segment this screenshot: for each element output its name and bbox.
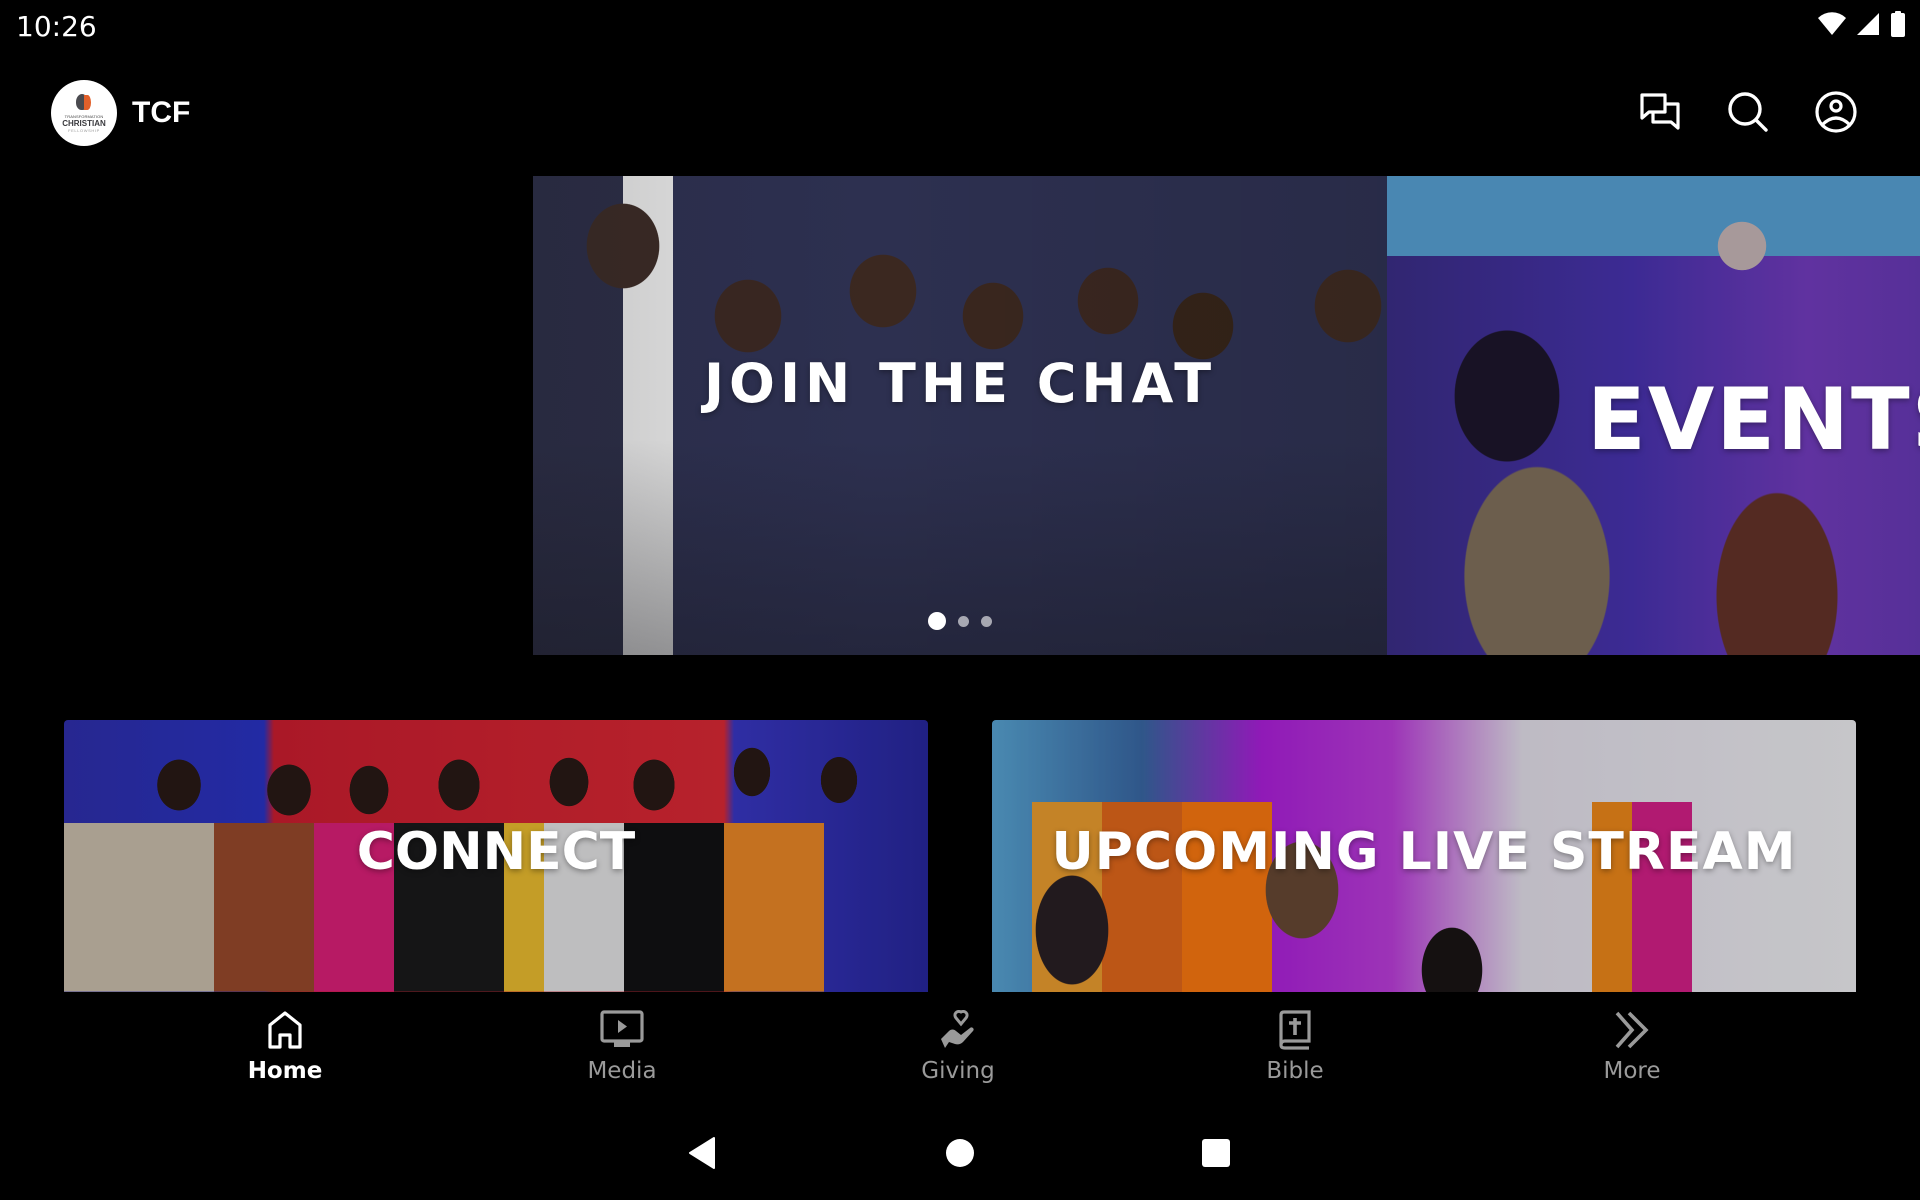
upcoming-live-stream-card[interactable]: UPCOMING LIVE STREAM <box>992 720 1856 992</box>
connect-card[interactable]: CONNECT <box>64 720 928 992</box>
bible-icon <box>1277 1008 1313 1052</box>
nav-label: Media <box>587 1058 657 1084</box>
recents-square-icon <box>1201 1138 1231 1173</box>
cell-signal-icon <box>1856 12 1880 36</box>
double-chevron-right-icon <box>1614 1008 1650 1052</box>
hero-carousel[interactable]: JOIN THE CHAT EVENTS <box>533 176 1920 655</box>
battery-icon <box>1890 11 1906 37</box>
carousel-slide-events[interactable]: EVENTS <box>1387 176 1920 655</box>
system-recents-button[interactable] <box>1186 1130 1246 1180</box>
account-circle-icon <box>1815 90 1857 138</box>
home-icon <box>267 1008 303 1052</box>
logo-mark-icon <box>76 93 92 112</box>
search-icon <box>1727 91 1769 138</box>
system-navigation-bar <box>0 1110 1920 1200</box>
chat-bubbles-icon <box>1639 92 1681 137</box>
wifi-icon <box>1818 12 1846 36</box>
pagination-dot-3[interactable] <box>981 615 992 627</box>
status-bar: 10:26 <box>0 0 1920 48</box>
nav-item-media[interactable]: Media <box>522 998 722 1098</box>
nav-item-more[interactable]: More <box>1532 998 1732 1098</box>
logo-line-3: FELLOWSHIP <box>68 127 100 133</box>
carousel-slide-join-the-chat[interactable]: JOIN THE CHAT <box>533 176 1387 655</box>
church-logo[interactable]: TRANSFORMATION CHRISTIAN FELLOWSHIP <box>51 80 117 146</box>
nav-item-home[interactable]: Home <box>185 998 385 1098</box>
card-title: UPCOMING LIVE STREAM <box>1051 822 1797 882</box>
pagination-dot-1[interactable] <box>928 612 946 630</box>
system-back-button[interactable] <box>672 1130 732 1180</box>
media-play-icon <box>600 1008 644 1052</box>
back-triangle-icon <box>687 1136 717 1175</box>
nav-label: More <box>1603 1058 1661 1084</box>
pagination-dot-2[interactable] <box>958 615 969 627</box>
profile-button[interactable] <box>1812 90 1860 138</box>
logo-line-2: CHRISTIAN <box>62 118 106 128</box>
status-time: 10:26 <box>16 10 97 43</box>
slide-title: JOIN THE CHAT <box>703 352 1217 415</box>
chat-button[interactable] <box>1636 90 1684 138</box>
system-home-button[interactable] <box>930 1130 990 1180</box>
nav-item-bible[interactable]: Bible <box>1195 998 1395 1098</box>
status-icons <box>1818 11 1906 37</box>
home-circle-icon <box>945 1138 975 1173</box>
app-header: TRANSFORMATION CHRISTIAN FELLOWSHIP TCF <box>0 64 1920 160</box>
app-title: TCF <box>132 96 191 129</box>
card-title: CONNECT <box>356 822 636 882</box>
nav-label: Bible <box>1266 1058 1324 1084</box>
nav-label: Giving <box>921 1058 995 1084</box>
nav-item-giving[interactable]: Giving <box>858 998 1058 1098</box>
search-button[interactable] <box>1724 90 1772 138</box>
slide-title: EVENTS <box>1587 370 1920 470</box>
carousel-pagination <box>533 612 1387 630</box>
nav-label: Home <box>247 1058 323 1084</box>
giving-hand-heart-icon <box>937 1008 979 1052</box>
bottom-navigation: Home Media Giving Bible More <box>0 998 1920 1098</box>
